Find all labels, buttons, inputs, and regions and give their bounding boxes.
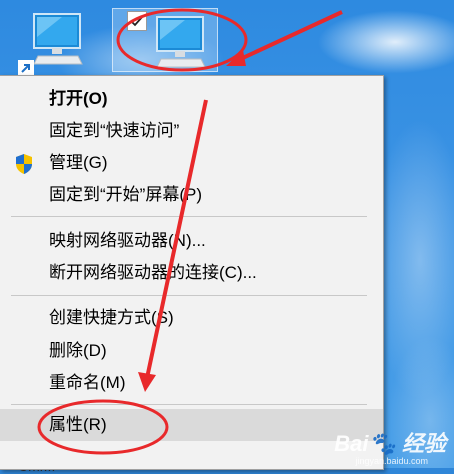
context-menu: 打开(O) 固定到“快速访问” 管理(G) 固定到“开始”屏幕(P) 映射网络驱… — [0, 75, 384, 470]
desktop-background: Cmr... 打开(O) 固定到“快速访问” 管理(G) 固定到“开始”屏幕(P… — [0, 0, 454, 474]
menu-item-label: 删除(D) — [49, 341, 107, 360]
baidu-watermark: Bai🐾 经验 — [334, 431, 446, 456]
menu-item-label: 映射网络驱动器(N)... — [49, 231, 206, 250]
menu-item-open[interactable]: 打开(O) — [0, 83, 383, 115]
menu-separator — [11, 295, 367, 296]
menu-item-pin-quick-access[interactable]: 固定到“快速访问” — [0, 115, 383, 147]
menu-item-label: 重命名(M) — [49, 373, 126, 392]
menu-item-label: 属性(R) — [49, 415, 107, 434]
baidu-watermark-url: jingyan.baidu.com — [355, 456, 428, 466]
menu-item-create-shortcut[interactable]: 创建快捷方式(S) — [0, 302, 383, 334]
menu-separator — [11, 216, 367, 217]
monitor-icon — [33, 13, 83, 65]
shortcut-arrow-icon — [18, 60, 34, 76]
menu-item-manage[interactable]: 管理(G) — [0, 147, 383, 179]
menu-separator — [11, 404, 367, 405]
menu-item-label: 管理(G) — [49, 153, 108, 172]
menu-item-rename[interactable]: 重命名(M) — [0, 367, 383, 399]
monitor-icon — [156, 16, 206, 68]
menu-item-label: 打开(O) — [49, 89, 108, 108]
shield-icon — [16, 154, 32, 174]
menu-item-label: 断开网络驱动器的连接(C)... — [49, 263, 257, 282]
menu-item-label: 创建快捷方式(S) — [49, 308, 174, 327]
annotation-arrowhead-top — [226, 50, 246, 66]
menu-item-label: 固定到“快速访问” — [49, 121, 180, 140]
this-pc-desktop-icon-selected[interactable] — [112, 8, 218, 72]
annotation-arrow-top — [233, 10, 343, 64]
menu-item-properties[interactable]: 属性(R) — [0, 409, 383, 441]
selection-checkbox[interactable] — [127, 11, 147, 31]
menu-item-delete[interactable]: 删除(D) — [0, 335, 383, 367]
menu-item-map-network-drive[interactable]: 映射网络驱动器(N)... — [0, 225, 383, 257]
menu-item-disconnect-network-drive[interactable]: 断开网络驱动器的连接(C)... — [0, 257, 383, 289]
computer-desktop-icon[interactable] — [18, 8, 98, 76]
menu-item-pin-start[interactable]: 固定到“开始”屏幕(P) — [0, 179, 383, 211]
menu-item-label: 固定到“开始”屏幕(P) — [49, 185, 202, 204]
